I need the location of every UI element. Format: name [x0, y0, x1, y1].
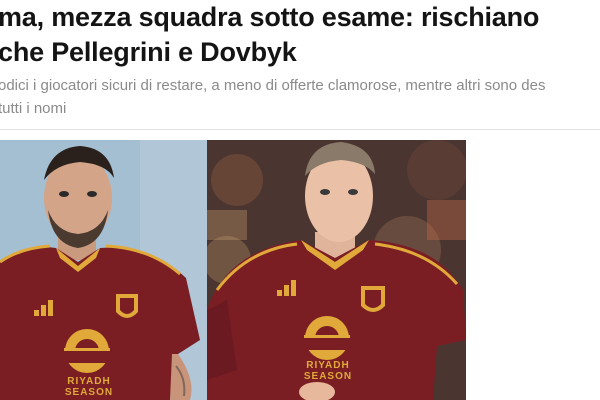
player-photo-right[interactable]: RIYADH SEASON [207, 140, 466, 400]
subtitle-line-1: odici i giocatori sicuri di restare, a m… [0, 77, 546, 94]
sponsor-text-right: RIYADH SEASON [303, 360, 353, 382]
article-headline[interactable]: ma, mezza squadra sotto esame: rischiano… [0, 0, 600, 70]
article-subtitle: odici i giocatori sicuri di restare, a m… [0, 74, 600, 120]
sponsor-text-left: RIYADH SEASON [64, 376, 114, 398]
header-divider [0, 129, 600, 130]
player-illustration-left [0, 140, 207, 400]
headline-line-2: che Pellegrini e Dovbyk [0, 37, 297, 67]
headline-line-1: ma, mezza squadra sotto esame: rischiano [0, 2, 540, 32]
player-photo-left[interactable]: RIYADH SEASON [0, 140, 207, 400]
subtitle-line-2: tutti i nomi [0, 100, 67, 117]
article-page: ma, mezza squadra sotto esame: rischiano… [0, 0, 600, 400]
